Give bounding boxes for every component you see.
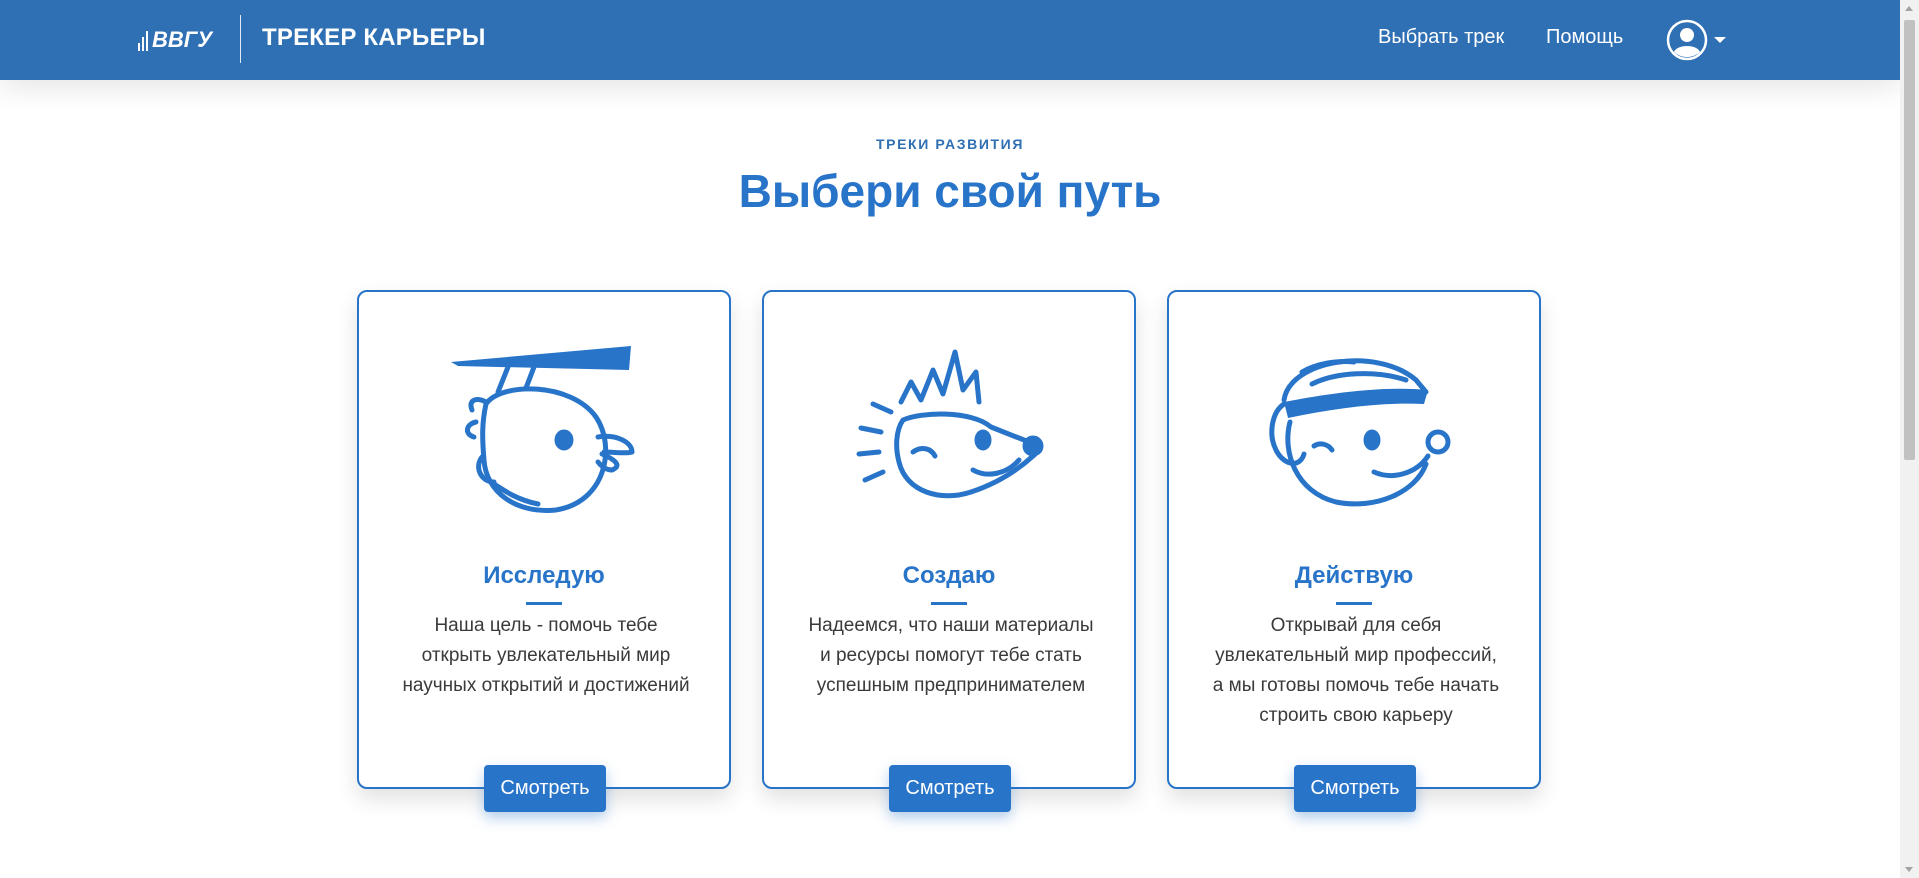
section-eyebrow: ТРЕКИ РАЗВИТИЯ — [876, 136, 1024, 152]
card-title: Исследую — [483, 562, 605, 589]
card-title: Создаю — [902, 562, 996, 589]
nav-help[interactable]: Помощь — [1546, 26, 1623, 49]
header-divider — [240, 15, 241, 63]
view-button-explore[interactable]: Смотреть — [484, 765, 606, 812]
nav-choose-track[interactable]: Выбрать трек — [1378, 26, 1504, 49]
logo-bars-icon — [138, 29, 148, 51]
scroll-up-icon[interactable] — [1905, 6, 1913, 11]
card-description: Наша цель - помочь тебе открыть увлекате… — [402, 615, 690, 696]
card-description: Надеемся, что наши материалы и ресурсы п… — [808, 615, 1094, 696]
user-menu-button[interactable] — [1666, 18, 1726, 62]
title-underline — [931, 602, 967, 605]
title-underline — [526, 602, 562, 605]
bear-helmet-icon — [1269, 358, 1451, 507]
user-circle-icon — [1666, 19, 1708, 61]
view-button-act[interactable]: Смотреть — [1294, 765, 1416, 812]
app-title[interactable]: ТРЕКЕР КАРЬЕРЫ — [262, 24, 486, 52]
owl-scholar-icon — [451, 346, 635, 513]
card-description: Открывай для себя увлекательный мир проф… — [1212, 615, 1500, 726]
section-headline: Выбери свой путь — [738, 165, 1162, 217]
chevron-down-icon — [1714, 37, 1726, 43]
top-navbar: ВВГУ ТРЕКЕР КАРЬЕРЫ Выбрать трек Помощь — [0, 0, 1900, 80]
scroll-down-icon[interactable] — [1905, 867, 1913, 872]
track-card-explore: Исследую Наша цель - помочь тебе открыть… — [357, 290, 731, 812]
track-card-act: Действую Открывай для себя увлекательный… — [1167, 290, 1541, 812]
logo-text: ВВГУ — [152, 27, 213, 52]
scrollbar-thumb[interactable] — [1904, 20, 1915, 460]
vertical-scrollbar[interactable] — [1900, 0, 1919, 878]
card-title: Действую — [1294, 562, 1414, 589]
view-button-create[interactable]: Смотреть — [889, 765, 1011, 812]
hedgehog-icon — [856, 349, 1044, 499]
page: ВВГУ ТРЕКЕР КАРЬЕРЫ Выбрать трек Помощь … — [0, 0, 1900, 878]
title-underline — [1336, 602, 1372, 605]
university-logo[interactable]: ВВГУ — [138, 20, 212, 60]
track-card-create: Создаю Надеемся, что наши материалы и ре… — [762, 290, 1136, 812]
